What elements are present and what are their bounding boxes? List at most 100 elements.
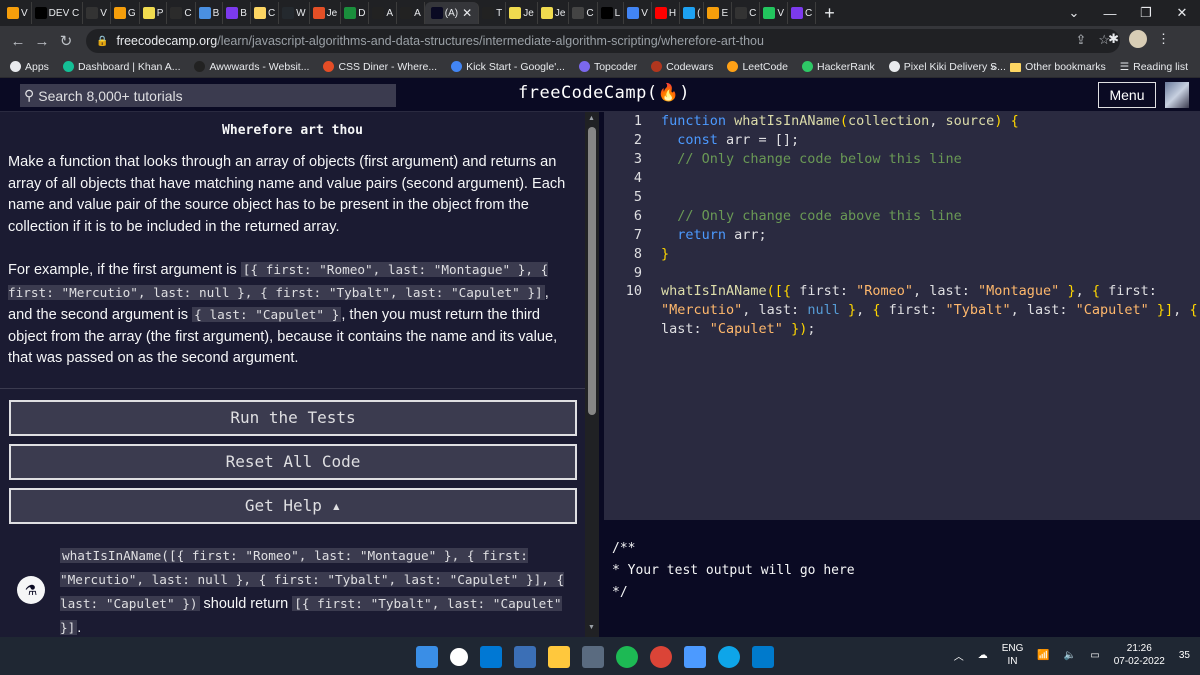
code-line-7[interactable]: return arr;	[661, 226, 766, 245]
bookmark-favicon	[62, 61, 74, 72]
profile-avatar[interactable]	[1129, 30, 1147, 48]
tab-search-icon[interactable]: ⌄	[1056, 5, 1092, 21]
code-line-6[interactable]: // Only change code above this line	[661, 207, 961, 226]
browser-tab[interactable]: L	[598, 2, 625, 24]
browser-tab[interactable]: T	[479, 2, 507, 24]
widgets-icon[interactable]	[514, 646, 536, 668]
code-line-3[interactable]: // Only change code below this line	[661, 150, 961, 169]
scroll-down-icon[interactable]: ▼	[588, 624, 595, 631]
tab-label: P	[156, 7, 164, 19]
bookmark-item[interactable]: Dashboard | Khan A...	[62, 61, 180, 73]
bookmark-item[interactable]: Awwwards - Websit...	[194, 61, 309, 73]
language-indicator[interactable]: ENG IN	[1002, 642, 1024, 668]
user-avatar[interactable]	[1165, 82, 1189, 108]
browser-tab[interactable]: V	[4, 2, 32, 24]
more-menu-icon[interactable]: ⋮	[1157, 31, 1170, 47]
address-bar[interactable]: 🔒 freecodecamp.org/learn/javascript-algo…	[86, 29, 1120, 53]
share-icon[interactable]: ⇪	[1075, 32, 1086, 48]
code-line-1[interactable]: function whatIsInAName(collection, sourc…	[661, 112, 1019, 131]
cloud-icon[interactable]: ☁	[978, 650, 988, 661]
scroll-up-icon[interactable]: ▲	[588, 115, 595, 122]
browser-tab[interactable]: V	[760, 2, 789, 24]
browser-tab[interactable]: C	[788, 2, 817, 24]
browser-tab[interactable]: (	[680, 2, 705, 24]
browser-tab[interactable]: B	[223, 2, 251, 24]
chevron-up-icon[interactable]: ︿	[954, 648, 964, 663]
bookmark-item[interactable]: Topcoder	[578, 61, 637, 73]
vscode-icon[interactable]	[752, 646, 774, 668]
browser-tab[interactable]: A	[369, 2, 398, 24]
restore-button[interactable]: ❐	[1128, 5, 1164, 21]
reset-code-button[interactable]: Reset All Code	[9, 444, 577, 480]
menu-button[interactable]: Menu	[1098, 82, 1156, 108]
close-window-button[interactable]: ✕	[1164, 5, 1200, 21]
other-bookmarks-label: Other bookmarks	[1025, 61, 1106, 73]
windows-start-icon[interactable]	[416, 646, 438, 668]
bookmark-item[interactable]: Codewars	[651, 61, 713, 73]
line-number: 9	[633, 265, 642, 281]
scrollbar-thumb[interactable]	[588, 127, 596, 415]
browser-tab[interactable]: Je	[310, 2, 342, 24]
instructions-scrollbar[interactable]: ▲ ▼	[585, 112, 599, 637]
clock[interactable]: 21:26 07-02-2022	[1114, 642, 1165, 668]
browser-tab[interactable]: C	[251, 2, 280, 24]
back-button[interactable]: ←	[6, 33, 30, 50]
fcc-logo[interactable]: freeCodeCamp(🔥)	[518, 83, 690, 103]
code-editor[interactable]: function whatIsInAName(collection, sourc…	[604, 112, 1200, 520]
bookmark-item[interactable]: Apps	[10, 61, 49, 73]
browser-tab[interactable]: V	[624, 2, 652, 24]
bookmark-item[interactable]: Kick Start - Google'...	[451, 61, 565, 73]
calculator-icon[interactable]	[582, 646, 604, 668]
search-icon[interactable]	[450, 648, 468, 666]
battery-icon[interactable]: ▭	[1090, 650, 1099, 661]
browser-tab[interactable]: C	[167, 2, 196, 24]
code-line-2[interactable]: const arr = [];	[661, 131, 799, 150]
browser-tab[interactable]: DEV C	[32, 2, 84, 24]
reload-button[interactable]: ↻	[54, 32, 78, 50]
browser-tab[interactable]: A	[397, 2, 425, 24]
browser-tab[interactable]: C	[732, 2, 761, 24]
folder-icon	[1010, 62, 1022, 72]
search-input[interactable]: ⚲ Search 8,000+ tutorials	[20, 84, 396, 107]
code-line-8[interactable]: }	[661, 245, 669, 264]
browser-tab[interactable]: W	[279, 2, 310, 24]
browser-tab[interactable]: Je	[538, 2, 570, 24]
forward-button[interactable]: →	[30, 33, 54, 50]
close-tab-icon[interactable]: ✕	[462, 6, 472, 20]
browser-tab[interactable]: B	[196, 2, 224, 24]
bookmark-item[interactable]: HackerRank	[801, 61, 875, 73]
browser-tab[interactable]: H	[652, 2, 681, 24]
extensions-puzzle-icon[interactable]: ✱	[1108, 31, 1119, 47]
get-help-button[interactable]: Get Help ▴	[9, 488, 577, 524]
code-line-10[interactable]: whatIsInAName([{ first: "Romeo", last: "…	[661, 282, 1157, 301]
volume-icon[interactable]: 🔈	[1064, 650, 1076, 661]
browser-tab[interactable]: (A) ✕	[424, 2, 480, 24]
task-view-icon[interactable]	[480, 646, 502, 668]
bookmarks-overflow[interactable]: »	[990, 61, 996, 73]
wifi-icon[interactable]: 📶	[1037, 650, 1049, 661]
browser-tab[interactable]: C	[569, 2, 598, 24]
run-tests-button[interactable]: Run the Tests	[9, 400, 577, 436]
browser-tab[interactable]: G	[111, 2, 140, 24]
code-line-10-wrap-2[interactable]: last: "Capulet" });	[661, 320, 815, 339]
browser-tab[interactable]: Je	[506, 2, 538, 24]
file-explorer-icon[interactable]	[548, 646, 570, 668]
minimize-button[interactable]: —	[1092, 6, 1128, 21]
pen-icon[interactable]	[684, 646, 706, 668]
browser-tab[interactable]: V	[83, 2, 111, 24]
edge-icon[interactable]	[718, 646, 740, 668]
new-tab-button[interactable]: +	[824, 3, 835, 24]
browser-tab[interactable]: P	[140, 2, 168, 24]
fcc-icon	[430, 7, 443, 19]
bookmark-item[interactable]: LeetCode	[727, 61, 788, 73]
reading-list[interactable]: ☰ Reading list	[1120, 61, 1188, 73]
bookmark-item[interactable]: CSS Diner - Where...	[323, 61, 437, 73]
browser-tab[interactable]: D	[341, 2, 370, 24]
bookmark-item[interactable]: Pixel Kiki Delivery S...	[888, 61, 1006, 73]
code-line-10-wrap-1[interactable]: "Mercutio", last: null }, { first: "Tyba…	[661, 301, 1198, 320]
notification-count[interactable]: 35	[1179, 650, 1190, 661]
other-bookmarks[interactable]: Other bookmarks	[1010, 61, 1106, 73]
spotify-icon[interactable]	[616, 646, 638, 668]
browser-tab[interactable]: E	[704, 2, 733, 24]
chrome-icon[interactable]	[650, 646, 672, 668]
